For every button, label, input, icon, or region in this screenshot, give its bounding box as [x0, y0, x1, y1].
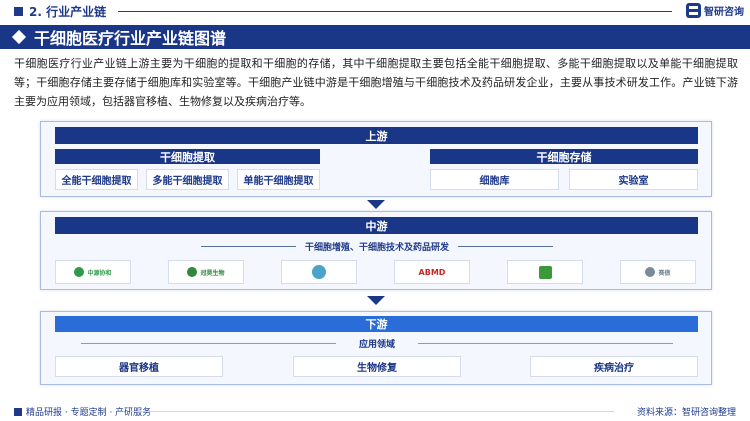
application-bio-repair: 生物修复: [293, 356, 461, 377]
footer-rule: [130, 411, 614, 412]
subtitle-rule-left: [201, 246, 296, 247]
company-logo-5: [507, 260, 583, 284]
brand-mark-icon: [686, 3, 701, 18]
brand-logo: 智研咨询: [686, 3, 744, 18]
storage-item-cell-bank: 细胞库: [430, 169, 559, 190]
upstream-header: 上游: [55, 127, 698, 144]
subtitle-rule-left: [81, 343, 336, 344]
extraction-item-unipotent: 单能干细胞提取: [237, 169, 320, 190]
subtitle-rule-right: [458, 246, 553, 247]
intro-paragraph: 干细胞医疗行业产业链上游主要为干细胞的提取和干细胞的存储，其中干细胞提取主要包括…: [14, 57, 738, 108]
extraction-item-totipotent: 全能干细胞提取: [55, 169, 138, 190]
footer: 精品研报 · 专题定制 · 产研服务 资料来源：智研咨询整理: [0, 402, 750, 421]
company-name: 冠昊生物: [200, 269, 225, 277]
midstream-header: 中游: [55, 217, 698, 234]
top-bar: 2. 行业产业链 智研咨询: [0, 0, 750, 22]
company-name: 中源协和: [87, 269, 112, 277]
brand-name: 智研咨询: [704, 7, 744, 18]
extraction-header: 干细胞提取: [55, 149, 320, 164]
diamond-icon: [11, 29, 27, 45]
company-logo-3: [281, 260, 357, 284]
company-logo-guanhao: 冠昊生物: [168, 260, 244, 284]
title-bar: 干细胞医疗行业产业链图谱: [0, 25, 750, 49]
company-name: 赛傲: [658, 269, 671, 277]
downstream-section: 下游 应用领域 器官移植 生物修复 疾病治疗: [40, 311, 712, 385]
arrow-down-icon: [367, 296, 385, 305]
downstream-header: 下游: [55, 316, 698, 332]
application-organ-transplant: 器官移植: [55, 356, 223, 377]
company-logo-saiao: 赛傲: [620, 260, 696, 284]
company-logo-zhongyuan: 中源协和: [55, 260, 131, 284]
downstream-subtitle: 应用领域: [358, 340, 395, 350]
arrow-down-icon: [367, 200, 385, 209]
section-square-icon: [14, 6, 23, 16]
storage-item-laboratory: 实验室: [569, 169, 698, 190]
company-swirl-icon: [645, 267, 656, 277]
upstream-section: 上游 干细胞提取 干细胞存储 全能干细胞提取 多能干细胞提取 单能干细胞提取 细…: [40, 121, 712, 197]
company-leaf-icon: [187, 267, 198, 277]
page-title: 干细胞医疗行业产业链图谱: [34, 29, 227, 48]
company-name: ABMD: [418, 267, 446, 277]
company-globe-icon: [312, 265, 326, 279]
storage-header: 干细胞存储: [430, 149, 698, 164]
footer-source: 资料来源：智研咨询整理: [636, 408, 736, 418]
divider: [118, 11, 672, 12]
company-logo-abmd: ABMD: [394, 260, 470, 284]
midstream-section: 中游 干细胞增殖、干细胞技术及药品研发 中源协和 冠昊生物 ABMD 赛傲: [40, 211, 712, 290]
company-leaf-icon: [74, 267, 85, 277]
company-leaf-icon: [538, 265, 552, 279]
application-disease-treatment: 疾病治疗: [530, 356, 698, 377]
footer-square-icon: [14, 408, 22, 416]
midstream-subtitle: 干细胞增殖、干细胞技术及药品研发: [304, 243, 449, 253]
subtitle-rule-right: [418, 343, 673, 344]
extraction-item-pluripotent: 多能干细胞提取: [146, 169, 229, 190]
section-label: 2. 行业产业链: [29, 4, 107, 19]
